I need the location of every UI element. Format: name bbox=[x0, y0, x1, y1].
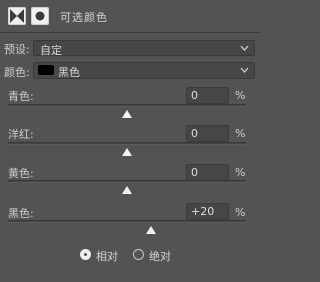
adjustment-layer-icon[interactable] bbox=[8, 7, 26, 25]
preset-dropdown[interactable]: 自定 bbox=[33, 40, 255, 57]
relative-label: 相对 bbox=[96, 250, 118, 263]
cyan-value: 0 bbox=[191, 89, 198, 102]
cyan-percent: % bbox=[235, 89, 246, 102]
yellow-input[interactable]: 0 bbox=[186, 164, 229, 181]
cyan-slider-thumb[interactable] bbox=[122, 110, 132, 118]
cyan-input[interactable]: 0 bbox=[186, 87, 229, 104]
preset-label: 预设: bbox=[4, 43, 30, 56]
yellow-slider-track[interactable] bbox=[8, 180, 246, 183]
color-swatch bbox=[38, 65, 54, 75]
cyan-label: 青色: bbox=[8, 90, 34, 103]
black-slider-thumb[interactable] bbox=[145, 226, 156, 234]
magenta-slider-thumb[interactable] bbox=[122, 148, 132, 156]
header-divider bbox=[0, 32, 260, 33]
chevron-down-icon bbox=[240, 67, 249, 73]
magenta-value: 0 bbox=[191, 127, 198, 140]
preset-value: 自定 bbox=[40, 44, 62, 57]
yellow-label: 黄色: bbox=[8, 167, 34, 180]
chevron-down-icon bbox=[240, 45, 249, 51]
colors-label: 颜色: bbox=[4, 66, 30, 79]
black-percent: % bbox=[235, 206, 246, 219]
absolute-radio[interactable] bbox=[133, 249, 144, 260]
relative-radio[interactable] bbox=[80, 249, 91, 260]
magenta-percent: % bbox=[235, 127, 246, 140]
magenta-label: 洋红: bbox=[8, 128, 34, 141]
panel-title: 可选颜色 bbox=[60, 11, 108, 24]
black-slider-track[interactable] bbox=[8, 220, 246, 223]
cyan-slider-track[interactable] bbox=[8, 104, 246, 107]
yellow-slider-thumb[interactable] bbox=[122, 186, 132, 194]
black-value: +20 bbox=[191, 205, 215, 218]
black-input[interactable]: +20 bbox=[186, 203, 229, 220]
layer-mask-icon[interactable] bbox=[31, 7, 49, 25]
magenta-slider-track[interactable] bbox=[8, 142, 246, 145]
magenta-input[interactable]: 0 bbox=[186, 125, 229, 142]
colors-dropdown[interactable]: 黑色 bbox=[33, 62, 255, 79]
absolute-label: 绝对 bbox=[149, 250, 171, 263]
properties-header: 可选颜色 bbox=[0, 0, 260, 31]
yellow-value: 0 bbox=[191, 166, 198, 179]
black-label: 黑色: bbox=[8, 207, 34, 220]
yellow-percent: % bbox=[235, 166, 246, 179]
colors-value: 黑色 bbox=[58, 66, 80, 79]
